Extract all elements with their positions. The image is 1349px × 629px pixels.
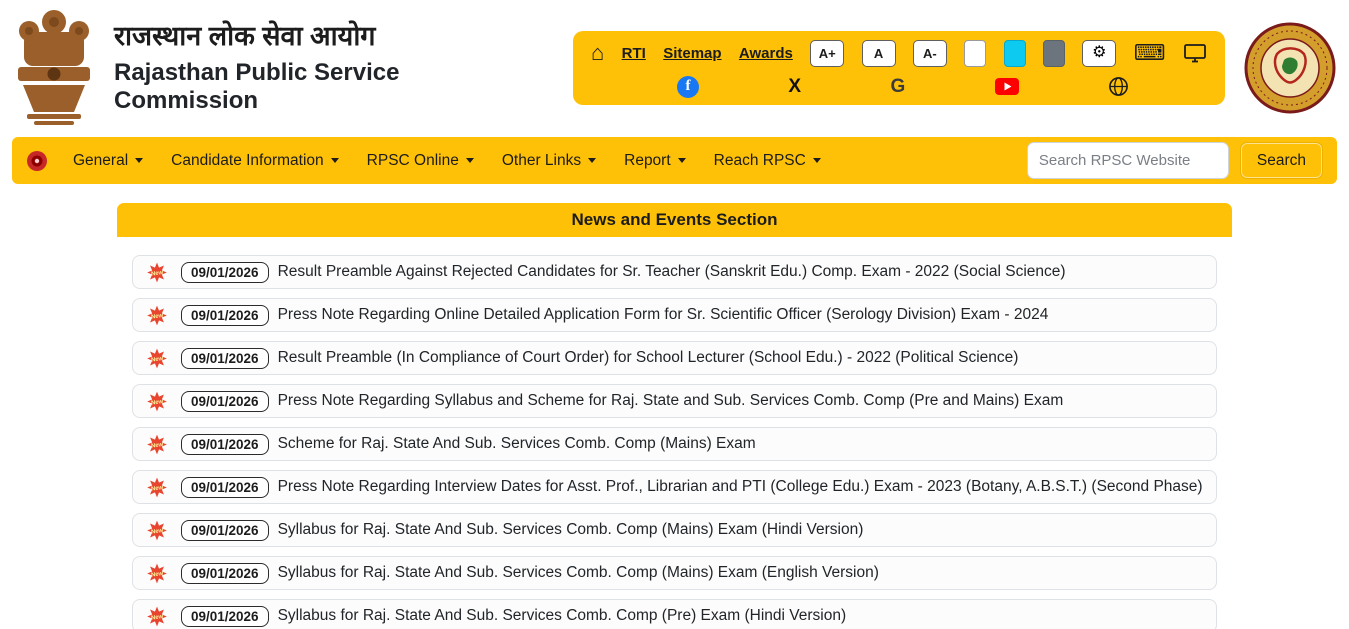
new-badge-icon: New: [142, 520, 172, 541]
x-twitter-icon[interactable]: X: [788, 76, 801, 98]
new-badge-icon: New: [142, 477, 172, 498]
google-glyph: G: [890, 75, 906, 97]
news-date-badge: 09/01/2026: [181, 519, 269, 541]
font-decrease-button[interactable]: A-: [912, 39, 947, 67]
search-input[interactable]: [1026, 142, 1229, 179]
youtube-icon[interactable]: [994, 78, 1019, 95]
news-link[interactable]: Scheme for Raj. State And Sub. Services …: [278, 435, 756, 453]
nav-item-label: RPSC Online: [366, 151, 459, 169]
news-list-item[interactable]: New 09/01/2026 Press Note Regarding Syll…: [132, 384, 1217, 418]
news-list-item[interactable]: New 09/01/2026 Syllabus for Raj. State A…: [132, 513, 1217, 547]
rti-link[interactable]: RTI: [622, 45, 646, 62]
x-glyph: X: [788, 75, 802, 97]
new-badge-icon: New: [142, 563, 172, 584]
news-list-item[interactable]: New 09/01/2026 Syllabus for Raj. State A…: [132, 599, 1217, 629]
india-national-emblem: [12, 4, 96, 131]
site-titles: राजस्थान लोक सेवा आयोग Rajasthan Public …: [114, 20, 546, 116]
nav-menu-item[interactable]: Report: [615, 144, 695, 178]
nav-menu-item[interactable]: Candidate Information: [162, 144, 348, 178]
home-icon[interactable]: ⌂: [591, 42, 604, 64]
news-link[interactable]: Result Preamble (In Compliance of Court …: [278, 349, 1019, 367]
caret-down-icon: [465, 158, 474, 163]
news-and-events-section: News and Events Section New 09/01/2026 R…: [117, 203, 1232, 629]
search-button[interactable]: Search: [1239, 142, 1323, 179]
new-badge-icon: New: [142, 391, 172, 412]
caret-down-icon: [330, 158, 339, 163]
settings-button[interactable]: ⚙: [1082, 39, 1117, 67]
news-date-badge: 09/01/2026: [181, 433, 269, 455]
news-date-badge: 09/01/2026: [181, 476, 269, 498]
theme-cyan-button[interactable]: [1003, 39, 1026, 67]
theme-default-button[interactable]: [964, 39, 987, 67]
news-link[interactable]: Syllabus for Raj. State And Sub. Service…: [278, 564, 879, 582]
news-section-header: News and Events Section: [117, 203, 1232, 237]
news-link[interactable]: Syllabus for Raj. State And Sub. Service…: [278, 607, 847, 625]
facebook-glyph: f: [677, 75, 699, 98]
news-date-badge: 09/01/2026: [181, 605, 269, 627]
caret-down-icon: [812, 158, 821, 163]
nav-item-label: Candidate Information: [171, 151, 324, 169]
news-list-item[interactable]: New 09/01/2026 Syllabus for Raj. State A…: [132, 556, 1217, 590]
new-badge-icon: New: [142, 606, 172, 627]
globe-icon[interactable]: [1108, 76, 1129, 97]
nav-item-label: Report: [624, 151, 671, 169]
nav-brand-icon[interactable]: [26, 150, 48, 172]
new-badge-icon: New: [142, 434, 172, 455]
nav-menu-item[interactable]: General: [64, 144, 152, 178]
nav-item-label: Reach RPSC: [713, 151, 806, 169]
news-date-badge: 09/01/2026: [181, 261, 269, 283]
site-title-hindi: राजस्थान लोक सेवा आयोग: [114, 20, 376, 51]
site-header: राजस्थान लोक सेवा आयोग Rajasthan Public …: [0, 0, 1349, 135]
news-list-item[interactable]: New 09/01/2026 Press Note Regarding Onli…: [132, 298, 1217, 332]
site-title-english: Rajasthan Public Service Commission: [114, 59, 400, 115]
news-date-badge: 09/01/2026: [181, 562, 269, 584]
news-date-badge: 09/01/2026: [181, 347, 269, 369]
news-link[interactable]: Press Note Regarding Syllabus and Scheme…: [278, 392, 1064, 410]
caret-down-icon: [588, 158, 597, 163]
nav-menu-item[interactable]: Reach RPSC: [705, 144, 830, 178]
quick-links-panel: ⌂ RTI Sitemap Awards A+ A A- ⚙ ⌨ f X G: [573, 30, 1225, 105]
screen-reader-icon[interactable]: [1183, 42, 1207, 64]
google-icon[interactable]: G: [890, 76, 905, 98]
rpsc-seal-logo: [1243, 22, 1337, 114]
news-date-badge: 09/01/2026: [181, 390, 269, 412]
new-badge-icon: New: [142, 262, 172, 283]
font-increase-button[interactable]: A+: [810, 39, 845, 67]
awards-link[interactable]: Awards: [739, 45, 793, 62]
caret-down-icon: [677, 158, 686, 163]
sitemap-link[interactable]: Sitemap: [663, 45, 721, 62]
news-list-item[interactable]: New 09/01/2026 Press Note Regarding Inte…: [132, 470, 1217, 504]
news-link[interactable]: Press Note Regarding Online Detailed App…: [278, 306, 1049, 324]
news-link[interactable]: Syllabus for Raj. State And Sub. Service…: [278, 521, 864, 539]
news-link[interactable]: Press Note Regarding Interview Dates for…: [278, 478, 1203, 496]
theme-gray-button[interactable]: [1042, 39, 1065, 67]
quick-links-row: ⌂ RTI Sitemap Awards A+ A A- ⚙ ⌨: [591, 39, 1207, 67]
nav-item-label: Other Links: [501, 151, 582, 169]
news-link[interactable]: Result Preamble Against Rejected Candida…: [278, 263, 1066, 281]
nav-menu-item[interactable]: Other Links: [493, 144, 605, 178]
news-list-item[interactable]: New 09/01/2026 Result Preamble (In Compl…: [132, 341, 1217, 375]
nav-menu: General Candidate Information RPSC Onlin…: [64, 144, 830, 178]
facebook-icon[interactable]: f: [677, 75, 699, 98]
nav-item-label: General: [73, 151, 129, 169]
news-list: New 09/01/2026 Result Preamble Against R…: [117, 237, 1232, 629]
gear-icon: ⚙: [1092, 44, 1107, 61]
new-badge-icon: New: [142, 348, 172, 369]
font-default-button[interactable]: A: [861, 39, 896, 67]
social-links-row: f X G: [591, 75, 1207, 98]
new-badge-icon: New: [142, 305, 172, 326]
news-date-badge: 09/01/2026: [181, 304, 269, 326]
nav-menu-item[interactable]: RPSC Online: [358, 144, 483, 178]
keyboard-icon[interactable]: ⌨: [1134, 42, 1166, 64]
caret-down-icon: [135, 158, 144, 163]
news-list-item[interactable]: New 09/01/2026 Scheme for Raj. State And…: [132, 427, 1217, 461]
news-list-item[interactable]: New 09/01/2026 Result Preamble Against R…: [132, 255, 1217, 289]
nav-search-group: Search: [1026, 142, 1323, 179]
main-navigation: General Candidate Information RPSC Onlin…: [12, 137, 1337, 184]
